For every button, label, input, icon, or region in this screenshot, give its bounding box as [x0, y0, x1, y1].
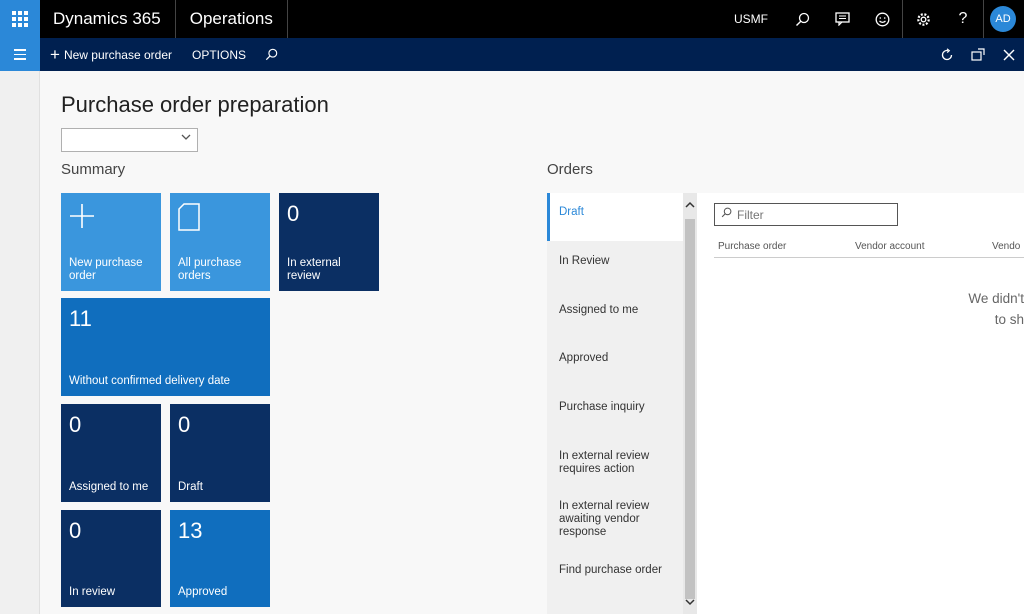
column-header-vendor-account[interactable]: Vendor account — [855, 241, 925, 252]
summary-heading: Summary — [61, 161, 126, 178]
tile-count: 0 — [69, 412, 82, 437]
company-picker[interactable]: USMF — [720, 12, 782, 26]
tile-label: New purchase order — [69, 257, 143, 282]
orders-tab-purchase-inquiry[interactable]: Purchase inquiry — [547, 401, 683, 414]
tile-label: Approved — [178, 586, 228, 598]
search-icon[interactable] — [256, 48, 286, 61]
empty-message-line-2: to sh — [994, 312, 1024, 327]
filter-input[interactable] — [737, 206, 887, 223]
search-icon[interactable] — [782, 0, 822, 38]
orders-tab-assigned-to-me[interactable]: Assigned to me — [547, 304, 683, 317]
smiley-icon[interactable] — [862, 0, 902, 38]
tile-label: In review — [69, 586, 116, 598]
page-title: Purchase order preparation — [61, 92, 329, 117]
tile-in-external-review[interactable]: 0 In external review — [279, 193, 379, 291]
tile-label: Without confirmed delivery date — [69, 375, 231, 387]
chevron-down-icon — [181, 132, 191, 145]
tile-count: 11 — [69, 306, 92, 331]
orders-tab-external-review-action[interactable]: In external review requires action — [547, 450, 659, 476]
top-bar: Dynamics 365 Operations USMF ? AD — [0, 0, 1024, 38]
avatar[interactable]: AD — [990, 6, 1016, 32]
action-bar: + New purchase order OPTIONS — [0, 38, 1024, 71]
empty-grid-message: We didn't to sh — [960, 288, 1024, 330]
orders-tab-in-review[interactable]: In Review — [547, 255, 683, 268]
plus-icon: + — [50, 44, 60, 64]
new-purchase-order-label: New purchase order — [63, 47, 172, 62]
help-icon[interactable]: ? — [943, 0, 983, 38]
open-in-new-icon[interactable] — [962, 38, 993, 71]
tile-in-review[interactable]: 0 In review — [61, 510, 161, 607]
hamburger-icon — [14, 49, 26, 51]
tile-count: 0 — [178, 412, 191, 437]
orders-tab-external-review-awaiting[interactable]: In external review awaiting vendor respo… — [547, 500, 659, 539]
orders-tab-draft[interactable]: Draft — [547, 193, 683, 241]
brand-name[interactable]: Dynamics 365 — [40, 0, 176, 38]
tile-count: 0 — [69, 518, 82, 543]
app-launcher-button[interactable] — [0, 0, 40, 38]
tile-label: Assigned to me — [69, 481, 149, 493]
document-icon — [178, 203, 200, 236]
orders-heading: Orders — [547, 161, 593, 178]
tile-without-confirmed-delivery-date[interactable]: 11 Without confirmed delivery date — [61, 298, 270, 396]
column-header-purchase-order[interactable]: Purchase order — [718, 241, 786, 252]
tile-label: All purchase orders — [178, 257, 242, 282]
gear-icon[interactable] — [903, 0, 943, 38]
tile-count: 0 — [287, 201, 300, 226]
left-nav-strip — [0, 71, 40, 614]
waffle-icon — [12, 11, 28, 27]
tile-count: 13 — [178, 518, 203, 543]
empty-message-line-1: We didn't — [968, 291, 1024, 306]
chevron-down-icon[interactable] — [685, 598, 695, 609]
tile-all-purchase-orders[interactable]: All purchase orders — [170, 193, 270, 291]
module-name[interactable]: Operations — [176, 0, 288, 38]
new-purchase-order-button[interactable]: + New purchase order — [40, 38, 182, 71]
options-button[interactable]: OPTIONS — [182, 38, 256, 71]
refresh-icon[interactable] — [931, 38, 962, 71]
orders-tab-approved[interactable]: Approved — [547, 352, 683, 365]
scrollbar-thumb[interactable] — [685, 219, 695, 599]
tile-label: Draft — [178, 481, 203, 493]
tile-approved[interactable]: 13 Approved — [170, 510, 270, 607]
tile-label: In external review — [287, 257, 341, 282]
tile-new-purchase-order[interactable]: New purchase order — [61, 193, 161, 291]
close-icon[interactable] — [993, 38, 1024, 71]
plus-icon — [69, 203, 95, 234]
orders-grid: Purchase order Vendor account Vendo We d… — [697, 193, 1024, 614]
orders-scrollbar[interactable] — [683, 193, 697, 614]
filter-field[interactable] — [714, 203, 898, 226]
tile-draft[interactable]: 0 Draft — [170, 404, 270, 502]
chevron-up-icon[interactable] — [685, 201, 695, 212]
view-selector[interactable] — [61, 128, 198, 152]
search-icon — [721, 207, 732, 221]
orders-tab-list: Draft In Review Assigned to me Approved … — [547, 193, 683, 614]
tile-assigned-to-me[interactable]: 0 Assigned to me — [61, 404, 161, 502]
column-header-vendor-name[interactable]: Vendo — [992, 241, 1020, 252]
orders-tab-find-purchase-order[interactable]: Find purchase order — [547, 564, 683, 577]
chat-icon[interactable] — [822, 0, 862, 38]
nav-menu-button[interactable] — [0, 38, 40, 71]
